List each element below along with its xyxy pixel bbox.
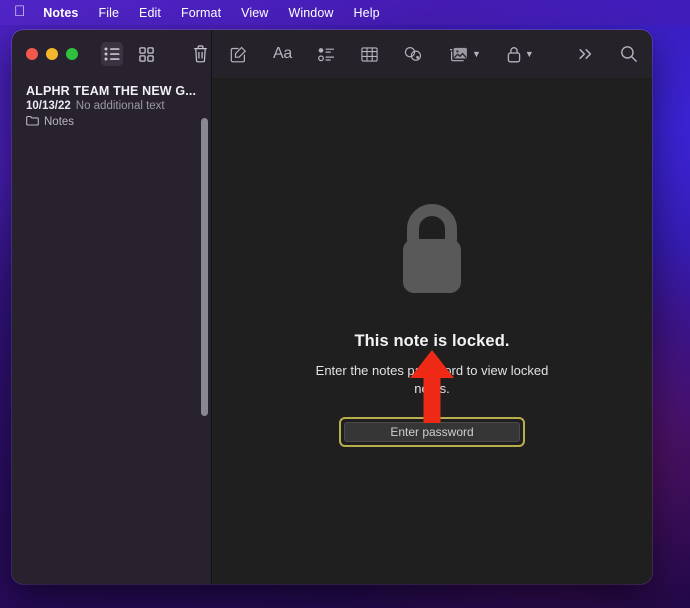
folder-name: Notes xyxy=(44,116,75,128)
sidebar-scrollbar-thumb[interactable] xyxy=(201,118,208,416)
delete-note-icon[interactable] xyxy=(189,42,211,66)
notes-sidebar: ALPHR TEAM THE NEW G... 10/13/22 No addit… xyxy=(12,30,212,584)
note-title: ALPHR TEAM THE NEW G... xyxy=(26,84,197,98)
annotation-arrow-icon xyxy=(409,350,455,428)
media-icon[interactable]: ▼ xyxy=(449,41,481,67)
compose-note-icon[interactable] xyxy=(230,41,247,67)
list-view-icon[interactable] xyxy=(101,42,123,66)
notes-window: ALPHR TEAM THE NEW G... 10/13/22 No addit… xyxy=(12,30,652,584)
sidebar-toolbar xyxy=(12,30,211,78)
macos-menu-bar:  Notes File Edit Format View Window Hel… xyxy=(0,0,690,25)
list-item[interactable]: ALPHR TEAM THE NEW G... 10/13/22 No addit… xyxy=(12,78,211,139)
menu-item-format[interactable]: Format xyxy=(181,6,221,20)
desktop-background:  Notes File Edit Format View Window Hel… xyxy=(0,0,690,608)
locked-note-title: This note is locked. xyxy=(354,332,510,350)
large-lock-icon xyxy=(397,203,467,304)
folder-icon xyxy=(26,115,39,129)
menu-item-help[interactable]: Help xyxy=(354,6,380,20)
close-button[interactable] xyxy=(26,48,38,60)
note-detail-pane: Aa ▼ ▼ This note is locked. Enter the no… xyxy=(212,30,652,584)
lock-icon[interactable]: ▼ xyxy=(507,41,534,67)
format-text-icon[interactable]: Aa xyxy=(273,41,292,67)
note-list: ALPHR TEAM THE NEW G... 10/13/22 No addit… xyxy=(12,78,211,139)
table-icon[interactable] xyxy=(361,41,378,67)
sidebar-scrollbar[interactable] xyxy=(200,88,209,576)
note-meta: 10/13/22 No additional text xyxy=(26,100,197,112)
chevron-down-icon[interactable]: ▼ xyxy=(525,49,534,59)
maximize-button[interactable] xyxy=(66,48,78,60)
note-folder: Notes xyxy=(26,115,197,129)
gallery-view-icon[interactable] xyxy=(135,42,157,66)
link-icon[interactable] xyxy=(404,41,423,67)
checklist-icon[interactable] xyxy=(318,41,335,67)
window-controls xyxy=(26,48,78,60)
chevron-down-icon[interactable]: ▼ xyxy=(472,49,481,59)
menu-item-view[interactable]: View xyxy=(241,6,268,20)
menu-item-notes[interactable]: Notes xyxy=(43,6,78,20)
search-icon[interactable] xyxy=(620,41,638,67)
menu-item-edit[interactable]: Edit xyxy=(139,6,161,20)
minimize-button[interactable] xyxy=(46,48,58,60)
note-date: 10/13/22 xyxy=(26,100,71,112)
apple-menu-icon[interactable]:  xyxy=(14,4,25,19)
locked-note-content: This note is locked. Enter the notes pas… xyxy=(212,78,652,584)
more-options-icon[interactable] xyxy=(577,41,594,67)
note-snippet: No additional text xyxy=(75,100,165,112)
notes-toolbar: Aa ▼ ▼ xyxy=(212,30,652,78)
menu-item-file[interactable]: File xyxy=(98,6,119,20)
menu-item-window[interactable]: Window xyxy=(288,6,333,20)
